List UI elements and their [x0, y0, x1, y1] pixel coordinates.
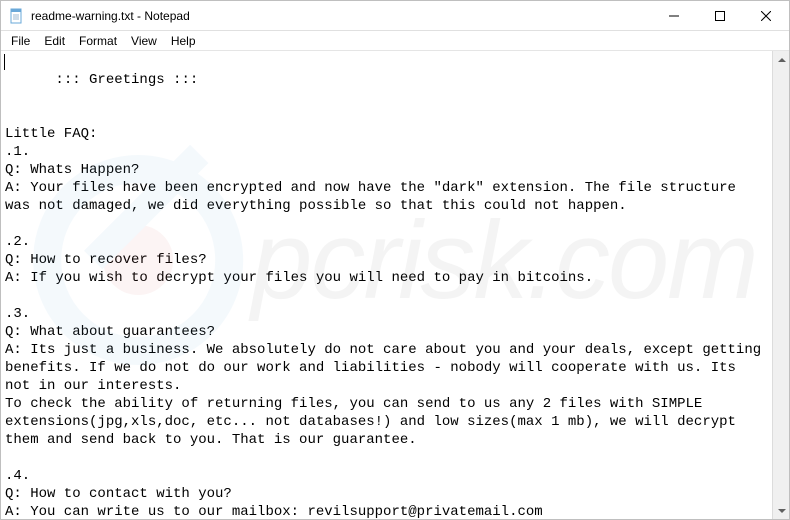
text-caret	[4, 54, 5, 70]
scroll-up-arrow[interactable]	[773, 51, 789, 68]
menu-help[interactable]: Help	[165, 33, 202, 49]
scroll-track[interactable]	[773, 68, 789, 502]
menu-edit[interactable]: Edit	[38, 33, 71, 49]
document-text: ::: Greetings ::: Little FAQ: .1. Q: Wha…	[5, 72, 770, 519]
menu-format[interactable]: Format	[73, 33, 123, 49]
vertical-scrollbar[interactable]	[772, 51, 789, 519]
text-editor[interactable]: ::: Greetings ::: Little FAQ: .1. Q: Wha…	[1, 51, 772, 519]
notepad-icon	[9, 8, 25, 24]
menu-view[interactable]: View	[125, 33, 163, 49]
window-title: readme-warning.txt - Notepad	[31, 9, 190, 23]
notepad-window: readme-warning.txt - Notepad File Edit F…	[0, 0, 790, 520]
titlebar: readme-warning.txt - Notepad	[1, 1, 789, 31]
menubar: File Edit Format View Help	[1, 31, 789, 50]
scroll-down-arrow[interactable]	[773, 502, 789, 519]
close-button[interactable]	[743, 1, 789, 31]
editor-area: ::: Greetings ::: Little FAQ: .1. Q: Wha…	[1, 50, 789, 519]
minimize-button[interactable]	[651, 1, 697, 31]
menu-file[interactable]: File	[5, 33, 36, 49]
maximize-button[interactable]	[697, 1, 743, 31]
